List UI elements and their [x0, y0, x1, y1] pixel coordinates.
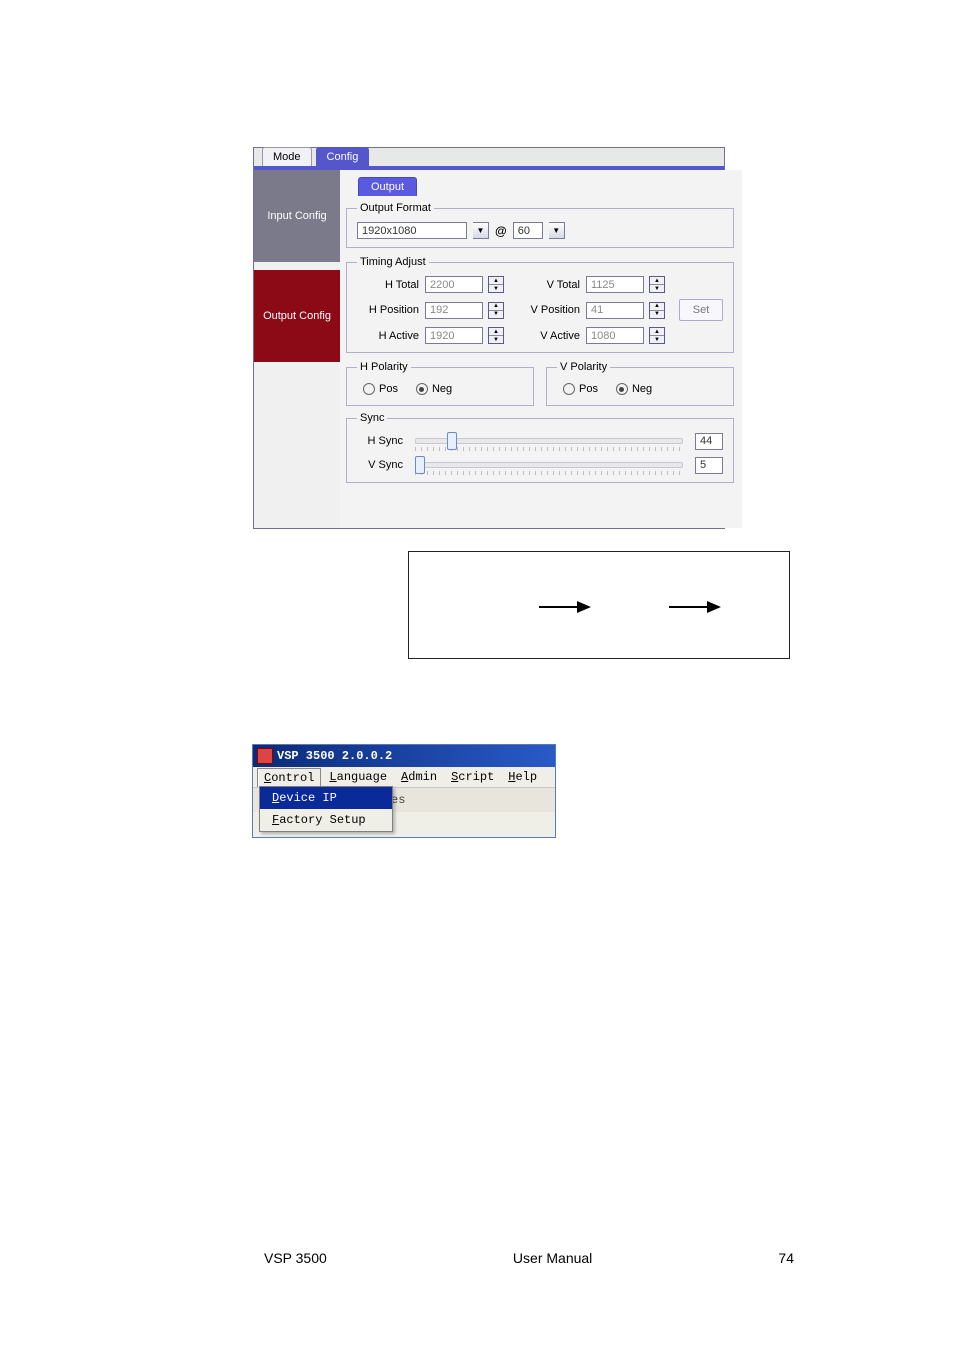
flow-diagram: [408, 551, 790, 659]
radio-on-icon: [416, 383, 428, 395]
tab-config[interactable]: Config: [316, 147, 370, 166]
radio-label: Neg: [432, 383, 452, 395]
page: Mode Config Input Config Output Config O…: [0, 0, 954, 1350]
toolbar-fragment: es: [391, 793, 405, 807]
h-position-input[interactable]: [425, 302, 483, 319]
footer-right: 74: [778, 1250, 794, 1266]
h-polarity-neg[interactable]: Neg: [416, 383, 452, 395]
v-position-input[interactable]: [586, 302, 644, 319]
footer-left: VSP 3500: [264, 1250, 327, 1266]
chevron-up-icon: ▲: [489, 303, 503, 311]
v-sync-slider[interactable]: [415, 456, 683, 474]
h-total-input[interactable]: [425, 276, 483, 293]
h-sync-value[interactable]: [695, 433, 723, 450]
output-format-legend: Output Format: [357, 202, 434, 214]
chevron-down-icon: ▼: [477, 226, 485, 235]
h-polarity-pos[interactable]: Pos: [363, 383, 398, 395]
window1-body: Input Config Output Config Output Output…: [254, 170, 724, 528]
titlebar: VSP 3500 2.0.0.2: [253, 745, 555, 767]
menu-control[interactable]: Control: [257, 768, 321, 787]
h-polarity-legend: H Polarity: [357, 361, 411, 373]
chevron-up-icon: ▲: [650, 303, 664, 311]
menu-language[interactable]: Language: [323, 768, 393, 786]
resolution-select[interactable]: [357, 222, 467, 239]
chevron-down-icon: ▼: [489, 285, 503, 292]
radio-on-icon: [616, 383, 628, 395]
menu-admin[interactable]: Admin: [395, 768, 443, 786]
h-total-spin[interactable]: ▲▼: [488, 276, 504, 293]
v-polarity-neg[interactable]: Neg: [616, 383, 652, 395]
radio-off-icon: [563, 383, 575, 395]
resolution-dropdown-button[interactable]: ▼: [473, 222, 489, 239]
vsp-window: VSP 3500 2.0.0.2 Control Language Admin …: [252, 744, 556, 838]
v-total-spin[interactable]: ▲▼: [649, 276, 665, 293]
menu-help[interactable]: Help: [502, 768, 543, 786]
h-active-label: H Active: [357, 330, 419, 342]
chevron-down-icon: ▼: [650, 311, 664, 318]
v-active-input[interactable]: [586, 327, 644, 344]
refresh-select[interactable]: [513, 222, 543, 239]
tab-mode[interactable]: Mode: [262, 147, 312, 166]
menu-factory-setup[interactable]: Factory Setup: [260, 809, 392, 831]
v-position-label: V Position: [530, 304, 580, 316]
h-polarity-group: H Polarity Pos Neg: [346, 361, 534, 406]
chevron-up-icon: ▲: [650, 328, 664, 336]
window-title: VSP 3500 2.0.0.2: [277, 749, 392, 763]
timing-adjust-group: Timing Adjust H Total ▲▼ V Total ▲▼ H Po…: [346, 256, 734, 353]
h-active-input[interactable]: [425, 327, 483, 344]
sidebar-output-config[interactable]: Output Config: [254, 270, 340, 362]
set-button[interactable]: Set: [679, 299, 723, 321]
sync-group: Sync H Sync V Sync: [346, 412, 734, 483]
tab-output[interactable]: Output: [358, 177, 417, 196]
chevron-down-icon: ▼: [650, 336, 664, 343]
chevron-up-icon: ▲: [489, 328, 503, 336]
h-position-label: H Position: [357, 304, 419, 316]
radio-off-icon: [363, 383, 375, 395]
v-sync-value[interactable]: [695, 457, 723, 474]
timing-adjust-legend: Timing Adjust: [357, 256, 429, 268]
inner-tabbar: Output: [346, 176, 734, 196]
at-symbol: @: [495, 224, 507, 238]
top-tabbar: Mode Config: [254, 148, 724, 170]
chevron-down-icon: ▼: [489, 336, 503, 343]
radio-label: Neg: [632, 383, 652, 395]
sidebar-input-config[interactable]: Input Config: [254, 170, 340, 262]
chevron-down-icon: ▼: [650, 285, 664, 292]
v-total-input[interactable]: [586, 276, 644, 293]
radio-label: Pos: [579, 383, 598, 395]
v-polarity-group: V Polarity Pos Neg: [546, 361, 734, 406]
footer-center: User Manual: [513, 1250, 592, 1266]
page-footer: VSP 3500 User Manual 74: [264, 1250, 794, 1266]
control-dropdown: Device IP Factory Setup: [259, 786, 393, 832]
output-config-window: Mode Config Input Config Output Config O…: [253, 147, 725, 529]
sync-legend: Sync: [357, 412, 387, 424]
v-active-spin[interactable]: ▲▼: [649, 327, 665, 344]
chevron-up-icon: ▲: [489, 277, 503, 285]
chevron-down-icon: ▼: [552, 226, 560, 235]
content-panel: Output Output Format ▼ @ ▼: [340, 170, 742, 528]
menu-device-ip[interactable]: Device IP: [260, 787, 392, 809]
h-sync-label: H Sync: [357, 435, 403, 447]
v-sync-label: V Sync: [357, 459, 403, 471]
v-total-label: V Total: [530, 279, 580, 291]
refresh-dropdown-button[interactable]: ▼: [549, 222, 565, 239]
h-position-spin[interactable]: ▲▼: [488, 302, 504, 319]
h-active-spin[interactable]: ▲▼: [488, 327, 504, 344]
v-active-label: V Active: [530, 330, 580, 342]
h-sync-slider[interactable]: [415, 432, 683, 450]
app-icon: [257, 748, 273, 764]
h-total-label: H Total: [357, 279, 419, 291]
radio-label: Pos: [379, 383, 398, 395]
chevron-up-icon: ▲: [650, 277, 664, 285]
menu-script[interactable]: Script: [445, 768, 500, 786]
left-sidebar: Input Config Output Config: [254, 170, 340, 528]
output-format-group: Output Format ▼ @ ▼: [346, 202, 734, 248]
chevron-down-icon: ▼: [489, 311, 503, 318]
menubar: Control Language Admin Script Help: [253, 767, 555, 788]
v-polarity-pos[interactable]: Pos: [563, 383, 598, 395]
v-position-spin[interactable]: ▲▼: [649, 302, 665, 319]
sidebar-gap: [254, 262, 340, 270]
v-polarity-legend: V Polarity: [557, 361, 610, 373]
